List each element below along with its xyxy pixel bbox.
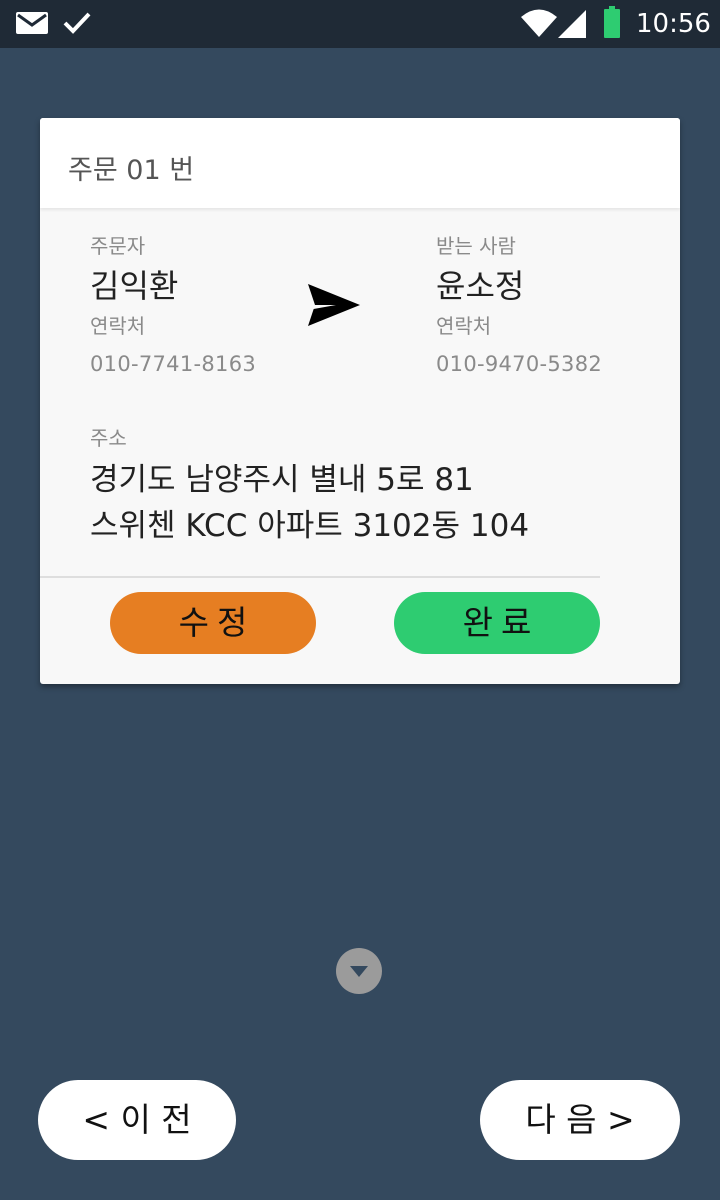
receiver-contact-label: 연락처 <box>436 314 492 338</box>
expand-button[interactable] <box>336 948 382 994</box>
sender-name: 김익환 <box>90 267 179 305</box>
order-card: 주문 01 번 주문자 김익환 연락처 010-7741-8163 받는 사람 … <box>40 118 680 684</box>
chevron-down-icon <box>350 966 368 977</box>
address-line-2: 스위첸 KCC 아파트 3102동 104 <box>90 508 530 544</box>
sender-contact-label: 연락처 <box>90 314 146 338</box>
receiver-name: 윤소정 <box>436 267 525 305</box>
next-button[interactable]: 다 음 > <box>480 1080 680 1160</box>
order-card-header: 주문 01 번 <box>40 118 680 208</box>
battery-icon <box>604 6 620 38</box>
edit-button[interactable]: 수정 <box>110 592 316 654</box>
send-icon <box>308 284 360 326</box>
wifi-icon <box>521 9 557 37</box>
prev-button[interactable]: < 이 전 <box>38 1080 236 1160</box>
mail-icon <box>16 12 48 34</box>
card-divider <box>40 576 600 578</box>
sender-phone[interactable]: 010-7741-8163 <box>90 352 256 376</box>
status-clock: 10:56 <box>636 9 711 39</box>
sender-label: 주문자 <box>90 234 146 258</box>
receiver-label: 받는 사람 <box>436 234 516 258</box>
order-title: 주문 01 번 <box>68 155 195 186</box>
done-button[interactable]: 완료 <box>394 592 600 654</box>
address-line-1: 경기도 남양주시 별내 5로 81 <box>90 462 474 498</box>
check-icon <box>63 12 91 34</box>
address-label: 주소 <box>90 426 127 450</box>
signal-icon <box>558 10 586 38</box>
receiver-phone[interactable]: 010-9470-5382 <box>436 352 602 376</box>
status-bar: 10:56 <box>0 0 720 48</box>
